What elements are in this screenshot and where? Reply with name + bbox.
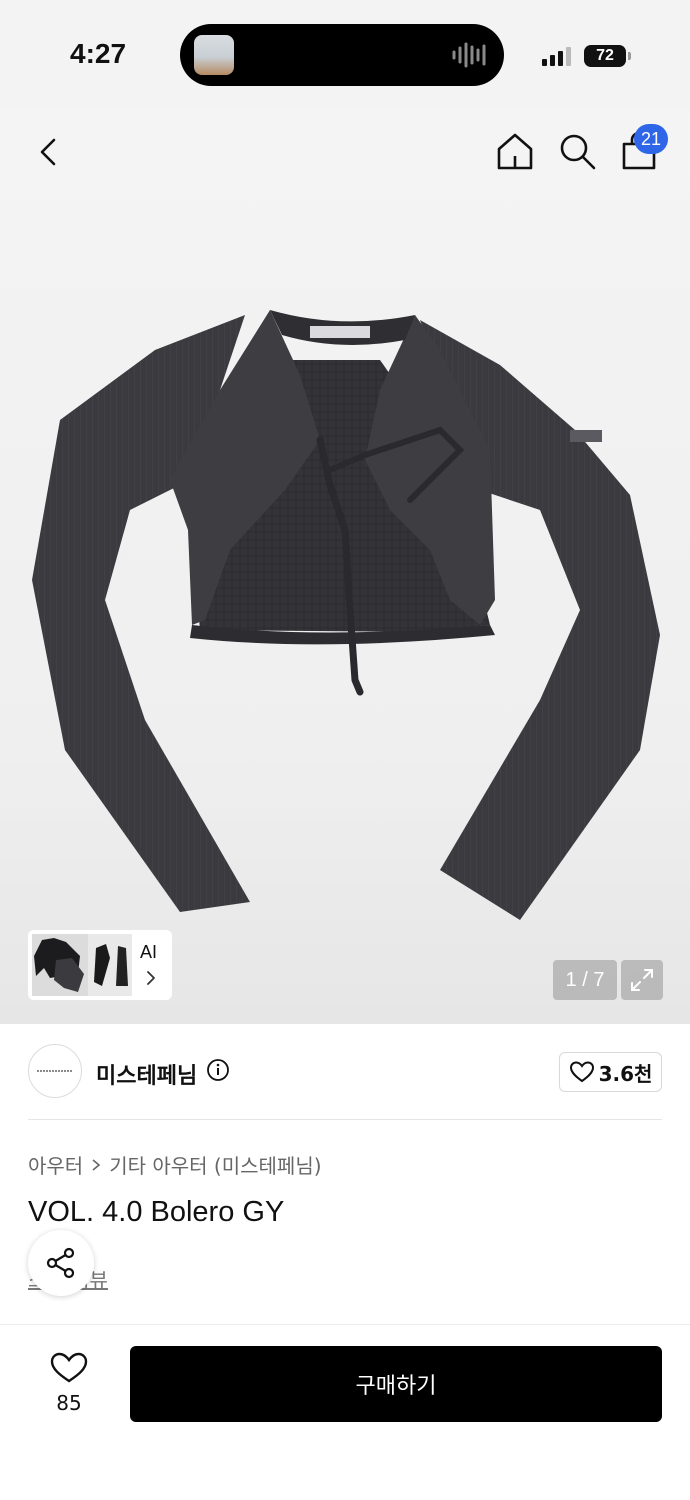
product-like-count: 85 <box>56 1391 82 1415</box>
breadcrumb-category[interactable]: 아우터 <box>28 1150 83 1179</box>
product-like-button[interactable]: 85 <box>40 1349 98 1419</box>
expand-icon <box>631 969 653 991</box>
chevron-right-icon <box>147 971 155 985</box>
brand-logo-mark <box>37 1070 73 1072</box>
share-button[interactable] <box>28 1230 94 1296</box>
brand-logo[interactable] <box>28 1044 82 1098</box>
status-indicators: 72 <box>542 44 631 68</box>
cart-count-badge: 21 <box>634 124 668 154</box>
image-page-indicator: 1 / 7 <box>553 960 617 1000</box>
divider <box>28 1119 662 1120</box>
chevron-right-icon <box>92 1158 101 1171</box>
battery-indicator: 72 <box>584 45 631 67</box>
ai-label: AI <box>140 942 158 962</box>
status-time: 4:27 <box>70 38 127 69</box>
info-icon[interactable] <box>206 1058 230 1082</box>
dynamic-island <box>180 24 504 86</box>
heart-icon <box>50 1352 88 1383</box>
brand-row: 미스테페님 3.6천 <box>0 1024 690 1120</box>
status-bar: 4:27 72 <box>0 0 690 110</box>
buy-button[interactable]: 구매하기 <box>130 1346 662 1422</box>
product-title: VOL. 4.0 Bolero GY <box>28 1196 285 1228</box>
breadcrumb: 아우터 기타 아우터 (미스테페님) <box>28 1150 322 1179</box>
now-playing-thumbnail <box>194 35 234 75</box>
ai-styling-thumbnail[interactable]: AI <box>28 930 172 1000</box>
product-gallery[interactable]: 21 AI 1 / 7 <box>0 110 690 1024</box>
home-icon[interactable] <box>494 130 536 172</box>
styling-thumbnail-image <box>32 934 132 996</box>
signal-icon <box>542 47 571 66</box>
bottom-action-bar: 85 구매하기 <box>0 1324 690 1500</box>
brand-name[interactable]: 미스테페님 <box>96 1058 197 1090</box>
brand-like-count: 3.6천 <box>598 1061 653 1086</box>
search-icon[interactable] <box>556 130 598 172</box>
breadcrumb-subcategory[interactable]: 기타 아우터 (미스테페님) <box>109 1150 321 1179</box>
back-arrow-icon[interactable] <box>30 132 70 172</box>
audio-wave-icon <box>452 42 486 68</box>
expand-image-button[interactable] <box>621 960 663 1000</box>
brand-like-button[interactable]: 3.6천 <box>559 1052 662 1092</box>
heart-icon <box>569 1061 594 1083</box>
product-image <box>32 310 660 920</box>
share-icon <box>46 1247 75 1279</box>
